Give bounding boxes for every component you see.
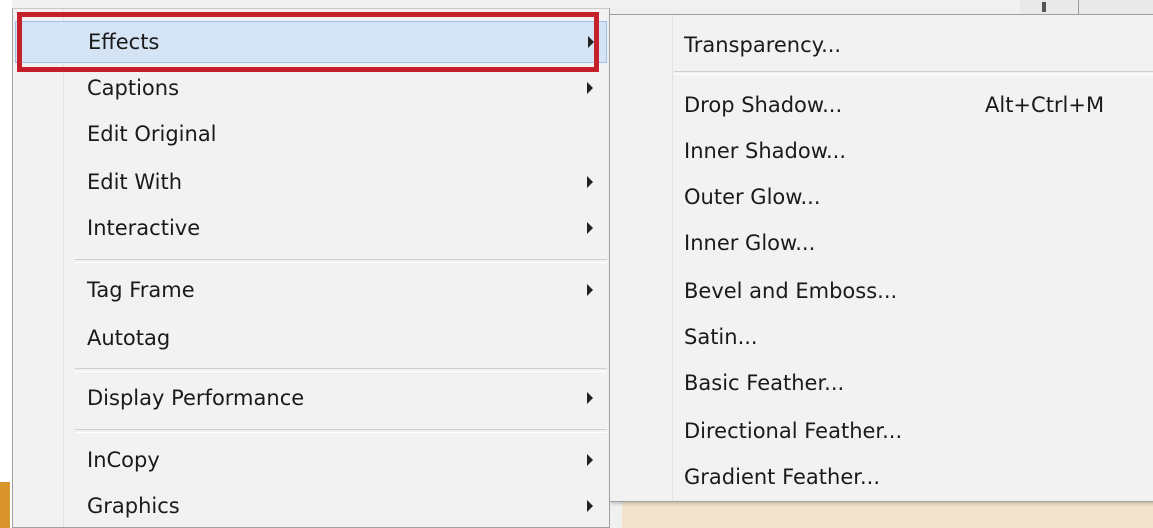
menu-separator: [75, 429, 607, 433]
submenu-item-directional-feather[interactable]: Directional Feather...: [612, 409, 1153, 453]
submenu-item-label: Basic Feather...: [684, 371, 845, 395]
submenu-item-transparency[interactable]: Transparency...: [612, 23, 1153, 67]
menu-separator: [75, 368, 607, 372]
submenu-item-inner-shadow[interactable]: Inner Shadow...: [612, 129, 1153, 173]
submenu-item-satin[interactable]: Satin...: [612, 315, 1153, 359]
submenu-item-label: Inner Shadow...: [684, 139, 847, 163]
keyboard-shortcut: Alt+Ctrl+M: [985, 93, 1105, 117]
menu-item-display-performance[interactable]: Display Performance: [15, 377, 607, 419]
submenu-item-basic-feather[interactable]: Basic Feather...: [612, 361, 1153, 405]
menu-item-label: InCopy: [87, 448, 160, 472]
submenu-item-gradient-feather[interactable]: Gradient Feather...: [612, 455, 1153, 499]
menu-item-edit-original[interactable]: Edit Original: [15, 113, 607, 155]
submenu-arrow-icon: [587, 500, 593, 512]
submenu-item-label: Bevel and Emboss...: [684, 279, 898, 303]
submenu-item-bevel-and-emboss[interactable]: Bevel and Emboss...: [612, 269, 1153, 313]
submenu-arrow-icon: [587, 82, 593, 94]
context-menu: Effects Captions Edit Original Edit With…: [12, 8, 610, 528]
menu-item-tag-frame[interactable]: Tag Frame: [15, 269, 607, 311]
submenu-item-label: Drop Shadow...: [684, 93, 843, 117]
menu-item-label: Display Performance: [87, 386, 305, 410]
menu-item-label: Tag Frame: [87, 278, 195, 302]
submenu-item-label: Gradient Feather...: [684, 465, 880, 489]
menu-item-label: Captions: [87, 76, 180, 100]
menu-item-incopy[interactable]: InCopy: [15, 439, 607, 481]
submenu-item-drop-shadow[interactable]: Drop Shadow... Alt+Ctrl+M: [612, 83, 1153, 127]
submenu-arrow-icon: [587, 284, 593, 296]
submenu-arrow-icon: [587, 454, 593, 466]
menu-item-label: Graphics: [87, 494, 180, 518]
menu-item-label: Autotag: [87, 326, 171, 350]
background-canvas-left: [0, 0, 12, 528]
annotation-highlight-box: [17, 12, 599, 72]
submenu-arrow-icon: [587, 222, 593, 234]
background-canvas-orange: [0, 482, 10, 528]
submenu-item-outer-glow[interactable]: Outer Glow...: [612, 175, 1153, 219]
submenu-arrow-icon: [587, 392, 593, 404]
menu-item-graphics[interactable]: Graphics: [15, 485, 607, 527]
submenu-separator: [674, 71, 1153, 75]
submenu-item-label: Satin...: [684, 325, 758, 349]
effects-submenu: Transparency... Drop Shadow... Alt+Ctrl+…: [609, 14, 1153, 502]
menu-item-label: Edit With: [87, 170, 183, 194]
submenu-item-label: Transparency...: [684, 33, 842, 57]
submenu-item-label: Inner Glow...: [684, 231, 816, 255]
menu-item-interactive[interactable]: Interactive: [15, 207, 607, 249]
menu-item-label: Interactive: [87, 216, 201, 240]
submenu-item-label: Directional Feather...: [684, 419, 903, 443]
submenu-arrow-icon: [587, 176, 593, 188]
background-toolbar-fragment: [1020, 0, 1153, 15]
submenu-item-label: Outer Glow...: [684, 185, 821, 209]
background-canvas-bottom: [622, 500, 1153, 528]
menu-item-edit-with[interactable]: Edit With: [15, 161, 607, 203]
menu-item-captions[interactable]: Captions: [15, 67, 607, 109]
submenu-item-inner-glow[interactable]: Inner Glow...: [612, 221, 1153, 265]
menu-separator: [75, 259, 607, 263]
menu-item-label: Edit Original: [87, 122, 217, 146]
menu-item-autotag[interactable]: Autotag: [15, 317, 607, 359]
